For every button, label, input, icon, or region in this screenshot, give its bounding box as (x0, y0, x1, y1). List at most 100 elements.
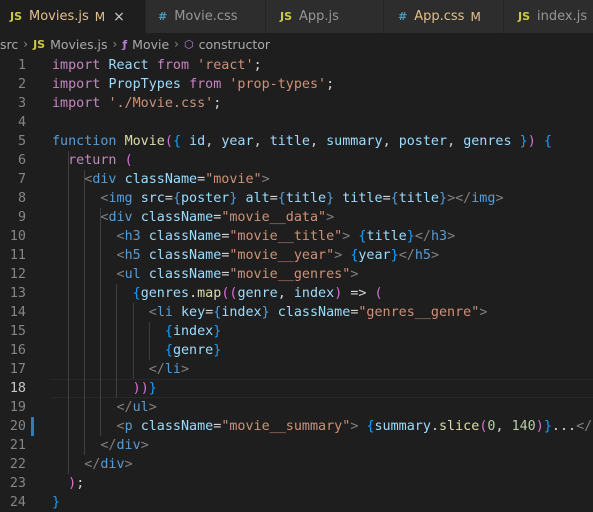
breadcrumb-label: src (0, 36, 19, 52)
code-text: <h3 className="movie__title"> {title}</h… (116, 229, 456, 244)
javascript-file-icon: JS (280, 10, 293, 23)
line-number: 13 (9, 286, 26, 301)
code-text: {genre} (164, 343, 222, 358)
breadcrumb-item-src[interactable]: src (0, 37, 18, 52)
indent-guide (132, 303, 134, 379)
code-line[interactable]: 12 <ul className="movie__genres"> (0, 265, 593, 284)
tab-app-css[interactable]: # App.css M (384, 0, 504, 33)
code-text: <ul className="movie__genres"> (116, 267, 359, 282)
line-number: 15 (9, 324, 26, 339)
code-text: <p className="movie__summary"> {summary.… (116, 419, 593, 434)
css-file-icon: # (398, 10, 408, 23)
modified-line-marker (31, 417, 34, 436)
line-number: 24 (9, 495, 26, 510)
line-number: 17 (9, 362, 26, 377)
tab-label: App.css (414, 9, 465, 24)
code-line[interactable]: 23 ); (0, 474, 593, 493)
code-line[interactable]: 24} (0, 493, 593, 512)
code-line[interactable]: 7 <div className="movie"> (0, 170, 593, 189)
breadcrumb: src › JS Movies.js › ƒ Movie › ⬡ constru… (0, 33, 593, 55)
code-text: <div className="movie__data"> (100, 210, 335, 225)
line-number: 11 (9, 248, 26, 263)
chevron-right-icon: › (23, 37, 29, 51)
code-line[interactable]: 8 <img src={poster} alt={title} title={t… (0, 189, 593, 208)
line-number: 12 (9, 267, 26, 282)
code-text: <img src={poster} alt={title} title={tit… (100, 191, 504, 206)
code-line[interactable]: 18 ))} (0, 379, 593, 398)
tab-label: Movie.css (174, 9, 238, 24)
code-text: </li> (148, 362, 190, 377)
line-number: 21 (9, 438, 26, 453)
breadcrumb-label: constructor (198, 36, 271, 52)
tab-label: index.js (537, 9, 588, 24)
line-number: 3 (17, 96, 26, 111)
code-text: } (52, 495, 61, 510)
line-number: 20 (9, 419, 26, 434)
editor-tab-bar: JS Movies.js M × # Movie.css JS App.js #… (0, 0, 593, 33)
modified-badge: M (94, 9, 106, 24)
line-number: 9 (17, 210, 26, 225)
code-text: return ( (68, 153, 133, 168)
code-line[interactable]: 14 <li key={index} className="genres__ge… (0, 303, 593, 322)
code-line[interactable]: 15 {index} (0, 322, 593, 341)
function-icon: ƒ (122, 37, 128, 51)
indent-guide (116, 284, 118, 398)
code-text: function Movie({ id, year, title, summar… (52, 134, 552, 149)
chevron-right-icon: › (174, 37, 179, 51)
breadcrumb-item-symbol[interactable]: ƒ Movie (122, 37, 169, 52)
tab-index-js[interactable]: JS index.js (504, 0, 593, 33)
javascript-file-icon: JS (33, 37, 46, 51)
line-number: 8 (17, 191, 26, 206)
line-number: 19 (9, 400, 26, 415)
tab-label: Movies.js (29, 9, 89, 24)
code-line[interactable]: 19 </ul> (0, 398, 593, 417)
code-text: </div> (84, 457, 133, 472)
line-number: 6 (17, 153, 26, 168)
line-number: 5 (17, 134, 26, 149)
chevron-right-icon: › (112, 37, 118, 51)
javascript-file-icon: JS (10, 10, 23, 23)
code-line[interactable]: 22 </div> (0, 455, 593, 474)
code-line[interactable]: 16 {genre} (0, 341, 593, 360)
close-icon[interactable]: × (113, 9, 125, 25)
code-line[interactable]: 5 function Movie({ id, year, title, summa… (0, 132, 593, 151)
code-line[interactable]: 6 return ( (0, 151, 593, 170)
code-line[interactable]: 10 <h3 className="movie__title"> {title}… (0, 227, 593, 246)
cube-icon: ⬡ (183, 37, 194, 51)
breadcrumb-item-file[interactable]: JS Movies.js (33, 37, 107, 52)
code-text: import React from 'react'; (52, 58, 262, 73)
line-number: 16 (9, 343, 26, 358)
code-line[interactable]: 11 <h5 className="movie__year"> {year}</… (0, 246, 593, 265)
code-line[interactable]: 20 <p className="movie__summary"> {summa… (0, 417, 593, 436)
tab-movies-js[interactable]: JS Movies.js M × (0, 0, 146, 33)
tab-movie-css[interactable]: # Movie.css (146, 0, 266, 33)
line-number: 2 (17, 77, 26, 92)
code-line[interactable]: 9 <div className="movie__data"> (0, 208, 593, 227)
breadcrumb-item-member[interactable]: ⬡ constructor (184, 37, 270, 52)
indent-guide (68, 151, 70, 474)
indent-guide (100, 208, 102, 436)
code-text: {genres.map((genre, index) => ( (132, 286, 383, 301)
code-line[interactable]: 4 (0, 113, 593, 132)
code-line[interactable]: 1 import React from 'react'; (0, 56, 593, 75)
indent-guide (84, 170, 86, 455)
breadcrumb-label: Movie (132, 36, 170, 52)
code-text: {index} (164, 324, 222, 339)
line-number: 10 (9, 229, 26, 244)
code-line[interactable]: 21 </div> (0, 436, 593, 455)
code-line[interactable]: 13 {genres.map((genre, index) => ( (0, 284, 593, 303)
modified-badge: M (470, 9, 481, 24)
css-file-icon: # (158, 10, 168, 23)
code-text: <h5 className="movie__year"> {year}</h5> (116, 248, 440, 263)
line-number: 1 (17, 58, 26, 73)
line-number: 23 (9, 476, 26, 491)
tab-app-js[interactable]: JS App.js (266, 0, 384, 33)
code-editor[interactable]: 1 import React from 'react'; 2 import PropT… (0, 55, 593, 510)
code-line[interactable]: 3 import './Movie.css'; (0, 94, 593, 113)
code-line[interactable]: 17 </li> (0, 360, 593, 379)
code-text: import './Movie.css'; (52, 96, 222, 111)
tab-label: App.js (299, 9, 339, 24)
code-line[interactable]: 2 import PropTypes from 'prop-types'; (0, 75, 593, 94)
breadcrumb-label: Movies.js (50, 36, 108, 52)
code-text: </div> (100, 438, 149, 453)
